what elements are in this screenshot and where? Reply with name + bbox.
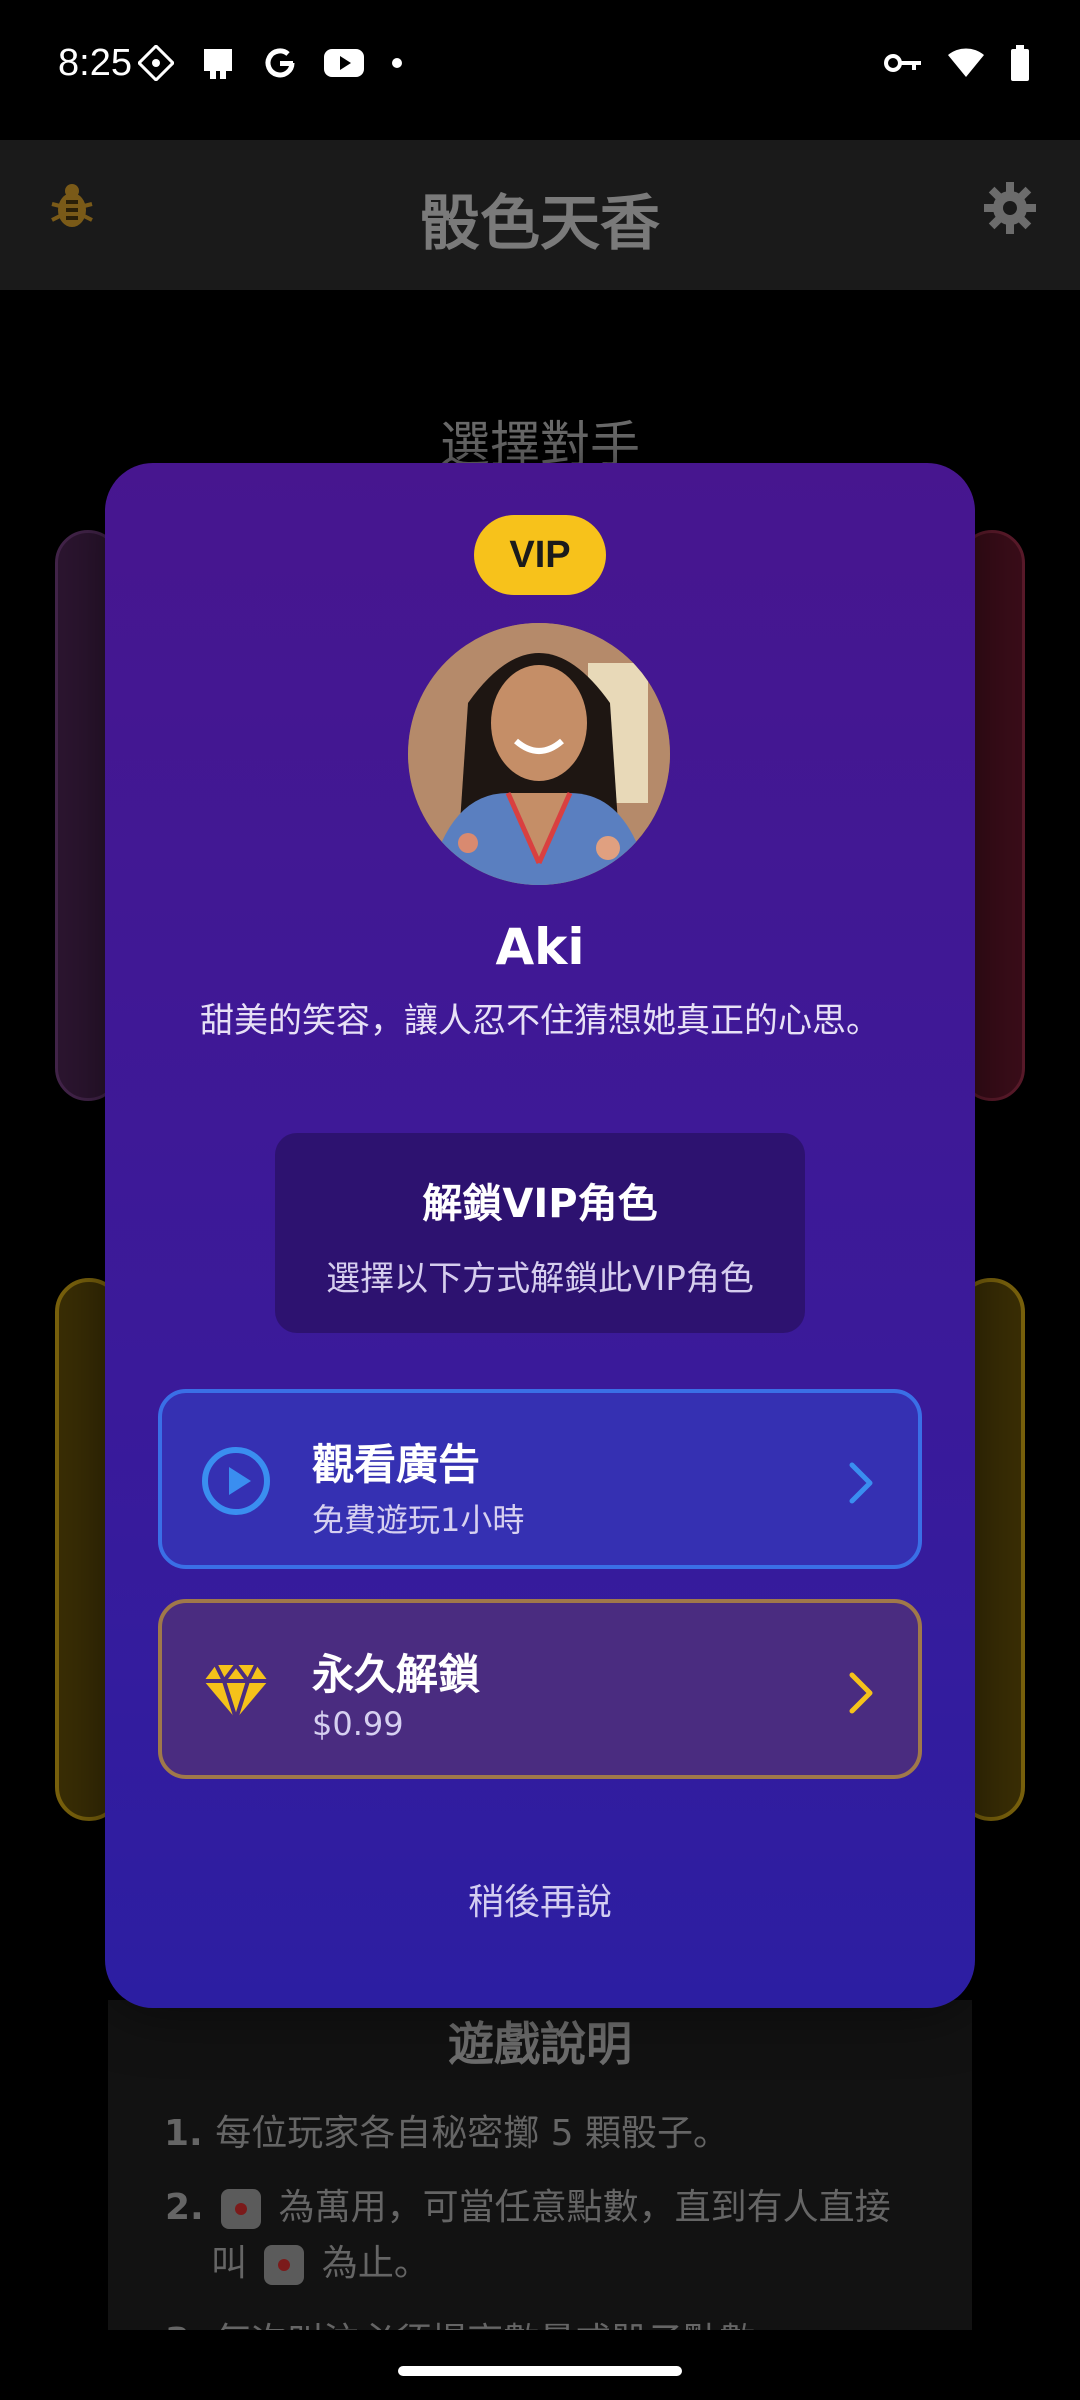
chevron-right-icon — [849, 1462, 873, 1504]
rule-text: 每位玩家各自秘密擲 5 顆骰子。 — [215, 2113, 729, 2154]
unlock-info-box: 解鎖VIP角色 選擇以下方式解鎖此VIP角色 — [275, 1133, 805, 1333]
diamond-icon — [204, 1661, 268, 1726]
vpn-key-icon — [884, 54, 921, 72]
vip-unlock-dialog: VIP Aki 甜美的笑容，讓人忍不住猜想她真正的心思。 解鎖VIP角色 選擇以… — [105, 463, 975, 2008]
bottom-fade — [0, 2330, 1080, 2400]
avatar-image — [408, 623, 670, 885]
watch-ad-button[interactable]: 觀看廣告 免費遊玩1小時 — [158, 1389, 922, 1569]
rule-text: 為萬用，可當任意點數，直到有人直接 — [278, 2187, 891, 2228]
permanent-unlock-title: 永久解鎖 — [312, 1650, 481, 1699]
battery-icon — [1011, 45, 1029, 81]
wifi-icon — [948, 48, 984, 77]
watch-ad-subtitle: 免費遊玩1小時 — [312, 1501, 525, 1539]
home-indicator[interactable] — [398, 2366, 682, 2376]
gear-icon[interactable] — [982, 180, 1038, 236]
permanent-unlock-button[interactable]: 永久解鎖 $0.99 — [158, 1599, 922, 1779]
character-description: 甜美的笑容，讓人忍不住猜想她真正的心思。 — [200, 1001, 880, 1041]
youtube-icon — [324, 49, 364, 77]
character-name: Aki — [495, 918, 585, 976]
rule-item: 2. 為萬用，可當任意點數，直到有人直接 叫 為止。 — [165, 2180, 925, 2292]
rule-text: 為止。 — [321, 2243, 430, 2284]
dot-icon — [392, 58, 402, 68]
unlock-title: 解鎖VIP角色 — [422, 1181, 658, 1227]
vip-badge: VIP — [474, 515, 606, 595]
status-time: 8:25 — [58, 42, 132, 84]
rule-text: 叫 — [211, 2243, 248, 2284]
app-title: 骰色天香 — [420, 189, 660, 259]
rule-item: 1. 每位玩家各自秘密擲 5 顆骰子。 — [164, 2106, 925, 2162]
game-controller-icon — [138, 45, 174, 81]
watch-ad-title: 觀看廣告 — [312, 1440, 481, 1489]
google-icon — [265, 48, 295, 78]
character-avatar — [408, 623, 670, 885]
maybe-later-button[interactable]: 稍後再說 — [105, 1873, 975, 1925]
permanent-unlock-price: $0.99 — [312, 1705, 404, 1743]
status-notification-icons — [138, 45, 404, 81]
status-bar: 8:25 — [0, 0, 1080, 130]
dice-icon — [264, 2245, 305, 2285]
play-circle-icon — [202, 1447, 270, 1515]
status-system-icons — [884, 45, 1030, 81]
cast-icon — [204, 49, 232, 79]
chevron-right-icon — [849, 1672, 873, 1714]
dice-icon — [221, 2189, 262, 2229]
rule-number: 2. — [165, 2187, 204, 2228]
unlock-subtitle: 選擇以下方式解鎖此VIP角色 — [326, 1259, 754, 1299]
rules-title: 遊戲說明 — [448, 2017, 632, 2071]
rule-number: 1. — [164, 2113, 203, 2154]
